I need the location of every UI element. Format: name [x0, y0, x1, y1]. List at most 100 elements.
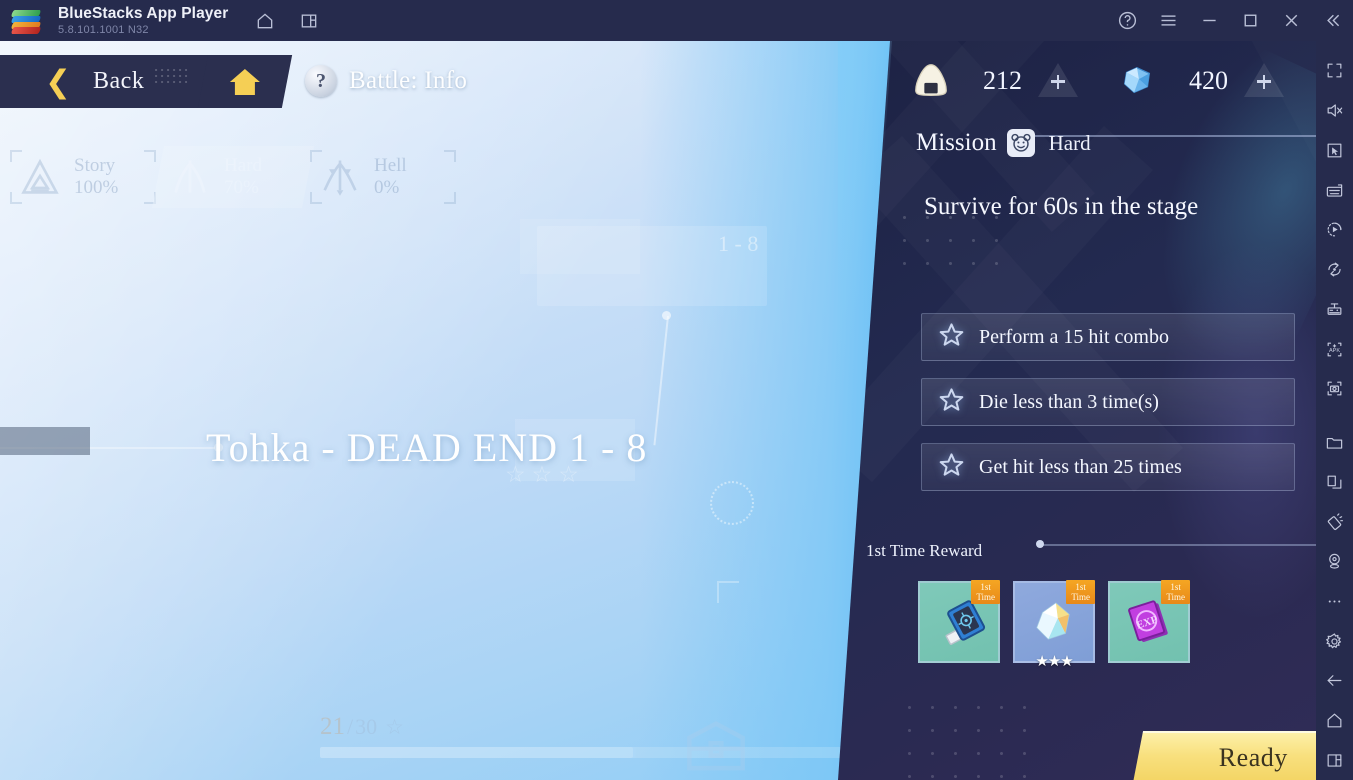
game-viewport: 1 - 8 ☆☆☆ Story 100% Hard 70% Hell 0% ❮ …: [0, 41, 1316, 780]
difficulty-tab-hell[interactable]: Hell 0%: [308, 146, 458, 208]
stage-title: Tohka - DEAD END 1 - 8: [206, 425, 648, 470]
currency-gem: 420: [1114, 59, 1284, 103]
cursor-control-icon[interactable]: [1316, 130, 1353, 170]
reward-section-title: 1st Time Reward: [866, 541, 983, 560]
difficulty-name: Hard: [224, 155, 262, 176]
maximize-icon[interactable]: [1239, 10, 1261, 32]
difficulty-tab-hard[interactable]: Hard 70%: [151, 146, 315, 208]
objective-text: Die less than 3 time(s): [979, 390, 1159, 413]
bluestacks-window: BlueStacks App Player 5.8.101.1001 N32 1…: [0, 0, 1353, 780]
battle-info[interactable]: ? Battle: Info: [305, 65, 467, 97]
difficulty-percent: 0%: [374, 177, 400, 198]
difficulty-name: Story: [74, 155, 116, 176]
star-progress: 21 / 30 ☆: [320, 713, 880, 758]
star-progress-fill: [320, 747, 634, 758]
location-icon[interactable]: [1316, 542, 1353, 582]
battle-info-label: Battle: Info: [349, 67, 468, 94]
multi-instance-manager-icon[interactable]: [1316, 462, 1353, 502]
bluestacks-logo-icon: [10, 8, 44, 34]
chevron-left-icon: ❮: [45, 64, 72, 99]
settings-icon[interactable]: [1316, 621, 1353, 661]
mission-info-panel: 212 420 Mission Hard Survive for 60s in …: [838, 41, 1316, 780]
mission-difficulty: Hard: [1048, 130, 1091, 155]
objective-item: Get hit less than 25 times: [921, 443, 1295, 491]
star-icon: [938, 321, 965, 353]
shake-icon[interactable]: [1316, 502, 1353, 542]
gem-value: 420: [1189, 66, 1228, 95]
back-button[interactable]: ❮ Back: [0, 55, 210, 108]
star-progress-current: 21: [320, 713, 345, 740]
reward-item[interactable]: 1st Time: [918, 580, 1000, 663]
star-progress-bar: [320, 747, 860, 758]
rotate-screen-icon[interactable]: [1316, 250, 1353, 290]
difficulty-percent: 100%: [74, 177, 119, 198]
hard-difficulty-icon: [166, 155, 214, 199]
close-icon[interactable]: [1280, 10, 1302, 32]
gamepad-icon[interactable]: [1316, 289, 1353, 329]
difficulty-percent: 70%: [224, 177, 259, 198]
menu-icon[interactable]: [1157, 10, 1179, 32]
difficulty-name: Hell: [374, 155, 407, 176]
mission-header: Mission Hard: [916, 129, 1091, 157]
svg-text:APK: APK: [1329, 347, 1340, 353]
difficulty-tabs: Story 100% Hard 70% Hell 0%: [8, 146, 458, 208]
add-stamina-button[interactable]: [1038, 63, 1078, 99]
treasure-chest-icon: [687, 721, 745, 771]
home-icon[interactable]: [254, 10, 276, 32]
star-progress-label: 21 / 30 ☆: [320, 713, 880, 741]
more-icon[interactable]: [1316, 581, 1353, 621]
reward-chest[interactable]: 18 ☆: [680, 713, 752, 780]
keyboard-controls-icon[interactable]: [1316, 170, 1353, 210]
help-icon[interactable]: [1116, 10, 1138, 32]
android-home-icon[interactable]: [1316, 701, 1353, 741]
star-icon: [938, 386, 965, 418]
objective-item: Die less than 3 time(s): [921, 378, 1295, 426]
reward-divider: [1043, 544, 1316, 546]
screenshot-icon[interactable]: [1316, 369, 1353, 409]
objective-text: Perform a 15 hit combo: [979, 325, 1169, 348]
first-time-badge: 1st Time: [1161, 580, 1190, 604]
app-title: BlueStacks App Player: [58, 4, 229, 22]
reward-item[interactable]: EXP 1st Time: [1108, 580, 1190, 663]
decorative-dot-grid: [898, 696, 1028, 780]
question-mark-icon[interactable]: ?: [305, 65, 337, 97]
minimize-icon[interactable]: [1198, 10, 1220, 32]
android-recents-icon[interactable]: [1316, 740, 1353, 780]
home-icon: [230, 68, 260, 95]
objective-list: Perform a 15 hit combo Die less than 3 t…: [921, 313, 1295, 491]
objective-text: Get hit less than 25 times: [979, 455, 1182, 478]
app-identity: BlueStacks App Player 5.8.101.1001 N32: [58, 5, 228, 37]
mission-label: Mission: [916, 129, 997, 156]
star-progress-separator: /: [347, 714, 354, 739]
star-icon: ☆: [385, 715, 404, 739]
ready-button[interactable]: Ready: [1132, 731, 1316, 780]
mute-icon[interactable]: [1316, 91, 1353, 131]
reward-item[interactable]: 1st Time ★★★: [1013, 580, 1095, 670]
add-gem-button[interactable]: [1244, 63, 1284, 99]
star-progress-total: 30: [355, 714, 378, 739]
currency-stamina: 212: [908, 59, 1078, 103]
gem-icon: [1114, 59, 1160, 103]
media-manager-icon[interactable]: [1316, 423, 1353, 463]
multi-instance-icon[interactable]: [298, 10, 320, 32]
bear-face-icon: [1006, 129, 1035, 157]
install-apk-icon[interactable]: APK: [1316, 329, 1353, 369]
bluestacks-sidebar: APK: [1316, 41, 1353, 780]
android-back-icon[interactable]: [1316, 661, 1353, 701]
decorative-dot-pattern: [153, 67, 188, 85]
stamina-onigiri-icon: [908, 59, 954, 103]
reward-divider-dot: [1036, 540, 1044, 548]
currency-bar: 212 420: [908, 59, 1284, 103]
collapse-sidebar-icon[interactable]: [1321, 10, 1343, 32]
fullscreen-icon[interactable]: [1316, 51, 1353, 91]
hell-difficulty-icon: [316, 155, 364, 199]
ready-button-label: Ready: [1218, 743, 1288, 772]
macro-recorder-icon[interactable]: [1316, 210, 1353, 250]
rarity-stars: ★★★: [1035, 653, 1073, 670]
title-bar: BlueStacks App Player 5.8.101.1001 N32: [0, 0, 1353, 41]
home-button[interactable]: [197, 55, 293, 108]
star-icon: [938, 451, 965, 483]
difficulty-tab-story[interactable]: Story 100%: [8, 146, 158, 208]
first-time-badge: 1st Time: [971, 580, 1000, 604]
stamina-value: 212: [983, 66, 1022, 95]
